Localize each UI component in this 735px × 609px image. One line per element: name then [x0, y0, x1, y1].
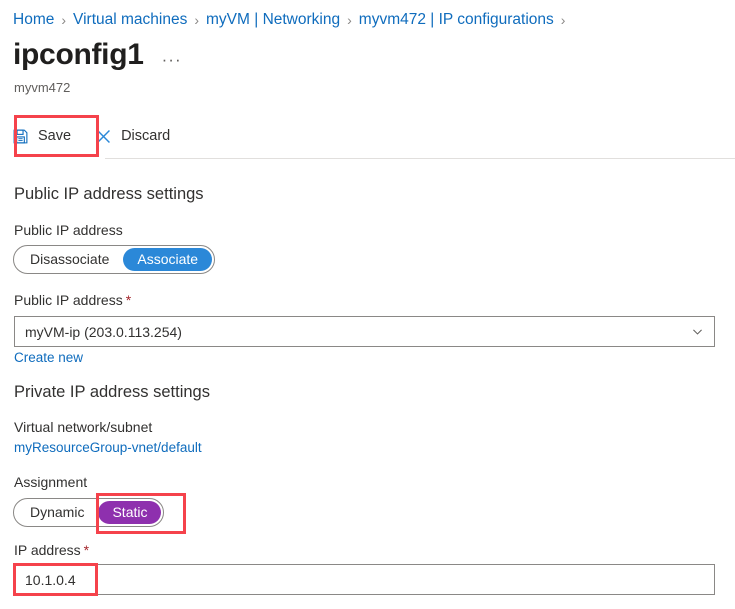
breadcrumb-separator-icon: › — [194, 12, 200, 28]
public-ip-address-dropdown[interactable]: myVM-ip (203.0.113.254) — [14, 316, 715, 347]
page-title: ipconfig1 — [13, 38, 144, 71]
private-ip-section-heading: Private IP address settings — [14, 383, 210, 401]
create-new-public-ip-link[interactable]: Create new — [14, 350, 83, 365]
breadcrumb-separator-icon: › — [347, 12, 352, 28]
breadcrumb-item-ip-configurations[interactable]: myvm472 | IP configurations — [359, 11, 554, 29]
save-button-label: Save — [38, 128, 72, 144]
ip-address-label-text: IP address — [14, 542, 81, 558]
breadcrumb-item-home[interactable]: Home — [13, 11, 54, 29]
page-header: ipconfig1 ··· — [13, 40, 182, 70]
virtual-network-subnet-link[interactable]: myResourceGroup-vnet/default — [14, 440, 202, 455]
public-ip-association-toggle[interactable]: Disassociate Associate — [13, 245, 216, 274]
required-asterisk: * — [83, 542, 90, 558]
save-floppy-icon — [12, 128, 29, 145]
chevron-down-icon — [691, 325, 704, 338]
pill-static[interactable]: Static — [98, 501, 162, 524]
assignment-toggle[interactable]: Dynamic Static — [13, 498, 165, 527]
public-ip-address-selected-value: myVM-ip (203.0.113.254) — [25, 323, 182, 340]
discard-button[interactable]: Discard — [83, 119, 182, 153]
public-ip-toggle-label: Public IP address — [14, 222, 123, 238]
public-ip-section-heading: Public IP address settings — [14, 185, 204, 203]
page-subtitle: myvm472 — [14, 80, 71, 95]
pill-associate[interactable]: Associate — [123, 248, 213, 271]
more-options-button[interactable]: ··· — [162, 51, 182, 68]
virtual-network-subnet-label: Virtual network/subnet — [14, 419, 153, 435]
breadcrumb-separator-icon: › — [560, 12, 566, 28]
required-asterisk: * — [125, 292, 132, 308]
public-ip-address-label-text: Public IP address — [14, 292, 123, 308]
save-button[interactable]: Save — [0, 119, 83, 153]
command-bar: Save Discard — [0, 114, 735, 158]
ip-address-label: IP address * — [14, 542, 89, 558]
pill-dynamic[interactable]: Dynamic — [16, 501, 98, 524]
toolbar-divider — [105, 158, 735, 159]
breadcrumb: Home › Virtual machines › myVM | Network… — [13, 7, 572, 33]
discard-button-label: Discard — [121, 128, 171, 144]
public-ip-address-label: Public IP address * — [14, 292, 131, 308]
breadcrumb-separator-icon: › — [61, 12, 67, 28]
close-x-icon — [95, 128, 112, 145]
assignment-label: Assignment — [14, 474, 88, 490]
pill-disassociate[interactable]: Disassociate — [16, 248, 123, 271]
breadcrumb-item-virtual-machines[interactable]: Virtual machines — [73, 11, 187, 29]
ip-address-input[interactable] — [14, 564, 715, 595]
breadcrumb-item-myvm-networking[interactable]: myVM | Networking — [206, 11, 340, 29]
